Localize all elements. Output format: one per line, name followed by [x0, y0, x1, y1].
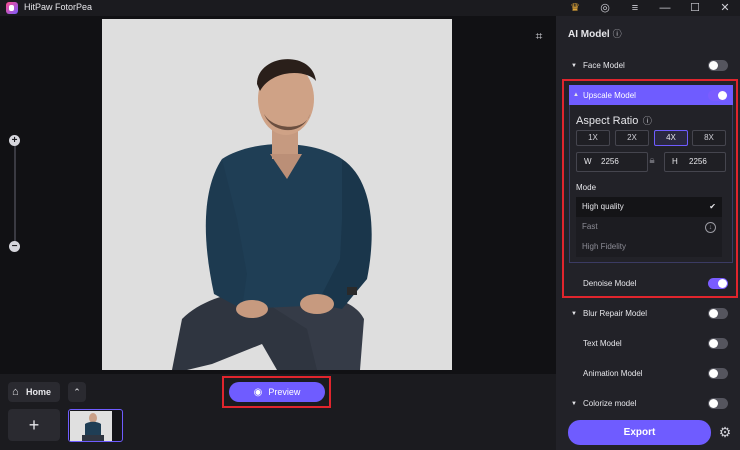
width-field[interactable]: W 2256 — [576, 152, 648, 172]
crown-icon[interactable]: ♛ — [568, 1, 582, 15]
home-icon: ⌂ — [12, 386, 19, 398]
upscale-model-toggle[interactable] — [708, 90, 728, 101]
blur-repair-caret-icon[interactable]: ▼ — [571, 311, 577, 317]
canvas-area: ⌗ — [0, 16, 556, 374]
zoom-out-icon[interactable]: − — [9, 241, 20, 252]
mode-option-label: Fast — [582, 222, 598, 231]
home-label: Home — [26, 387, 52, 397]
blur-repair-model-label: Blur Repair Model — [583, 309, 648, 318]
width-label: W — [584, 157, 592, 166]
export-button[interactable]: Export — [568, 420, 711, 445]
app-title: HitPaw FotorPea — [24, 2, 93, 12]
home-button[interactable]: ⌂ Home — [8, 382, 60, 402]
face-model-toggle[interactable] — [708, 60, 728, 71]
thumbnail-image — [70, 411, 112, 441]
height-label: H — [672, 157, 678, 166]
upscale-model-label: Upscale Model — [583, 91, 636, 100]
crop-icon[interactable]: ⌗ — [532, 29, 546, 43]
image-thumbnail[interactable] — [68, 409, 123, 442]
minimize-icon[interactable]: — — [658, 1, 672, 15]
height-field[interactable]: H 2256 — [664, 152, 726, 172]
mode-option-label: High Fidelity — [582, 242, 627, 251]
text-model-toggle[interactable] — [708, 338, 728, 349]
close-icon[interactable]: ✕ — [718, 1, 732, 15]
aspect-info-icon[interactable]: ⓘ — [640, 116, 652, 126]
upscale-model-caret-icon[interactable]: ▲ — [573, 92, 579, 98]
preview-label: Preview — [268, 387, 301, 397]
mode-option-high-quality[interactable]: High quality ✔ — [576, 197, 722, 217]
mode-label: Mode — [576, 183, 597, 192]
aspect-ratio-title: Aspect Ratio ⓘ — [576, 114, 652, 127]
aspect-ratio-text: Aspect Ratio — [576, 115, 639, 127]
blur-repair-model-toggle[interactable] — [708, 308, 728, 319]
zoom-in-icon[interactable]: + — [9, 135, 20, 146]
app-logo-icon — [6, 2, 18, 14]
text-model-label: Text Model — [583, 339, 622, 348]
settings-gear-icon[interactable]: ⚙ — [717, 424, 733, 440]
title-bar: HitPaw FotorPea ♛ ◎ ≡ — ☐ ✕ — [0, 0, 740, 16]
denoise-model-label: Denoise Model — [583, 279, 637, 288]
eye-icon: ◉ — [253, 387, 263, 398]
face-model-label: Face Model — [583, 61, 625, 70]
user-icon[interactable]: ◎ — [598, 1, 612, 15]
ratio-4x-button[interactable]: 4X — [654, 130, 688, 146]
colorize-caret-icon[interactable]: ▼ — [571, 401, 577, 407]
animation-model-label: Animation Model — [583, 369, 643, 378]
maximize-icon[interactable]: ☐ — [688, 1, 702, 15]
face-model-caret-icon[interactable]: ▼ — [571, 63, 577, 69]
collapse-button[interactable]: ⌃ — [68, 382, 86, 402]
info-icon[interactable]: ⓘ — [613, 29, 622, 39]
colorize-model-toggle[interactable] — [708, 398, 728, 409]
panel-title-text: AI Model — [568, 29, 610, 40]
add-image-button[interactable]: + — [8, 409, 60, 441]
photo-preview — [102, 19, 452, 370]
mode-option-label: High quality — [582, 202, 624, 211]
mode-option-high-fidelity[interactable]: High Fidelity — [576, 237, 722, 257]
ratio-8x-button[interactable]: 8X — [692, 130, 726, 146]
zoom-slider-track[interactable] — [14, 140, 16, 244]
panel-title: AI Model ⓘ — [568, 27, 622, 40]
photo-image — [102, 19, 452, 370]
animation-model-toggle[interactable] — [708, 368, 728, 379]
height-value: 2256 — [689, 157, 707, 166]
colorize-model-label: Colorize model — [583, 399, 637, 408]
ratio-1x-button[interactable]: 1X — [576, 130, 610, 146]
width-value: 2256 — [601, 157, 619, 166]
checkmark-icon: ✔ — [709, 202, 716, 211]
mode-option-fast[interactable]: Fast ↓ — [576, 217, 722, 237]
menu-icon[interactable]: ≡ — [628, 1, 642, 15]
denoise-model-toggle[interactable] — [708, 278, 728, 289]
mode-list: High quality ✔ Fast ↓ High Fidelity — [576, 197, 722, 257]
download-icon[interactable]: ↓ — [705, 217, 716, 237]
ratio-2x-button[interactable]: 2X — [615, 130, 649, 146]
lock-icon[interactable]: 🔒︎ — [647, 155, 657, 169]
preview-button[interactable]: ◉ Preview — [229, 382, 325, 402]
